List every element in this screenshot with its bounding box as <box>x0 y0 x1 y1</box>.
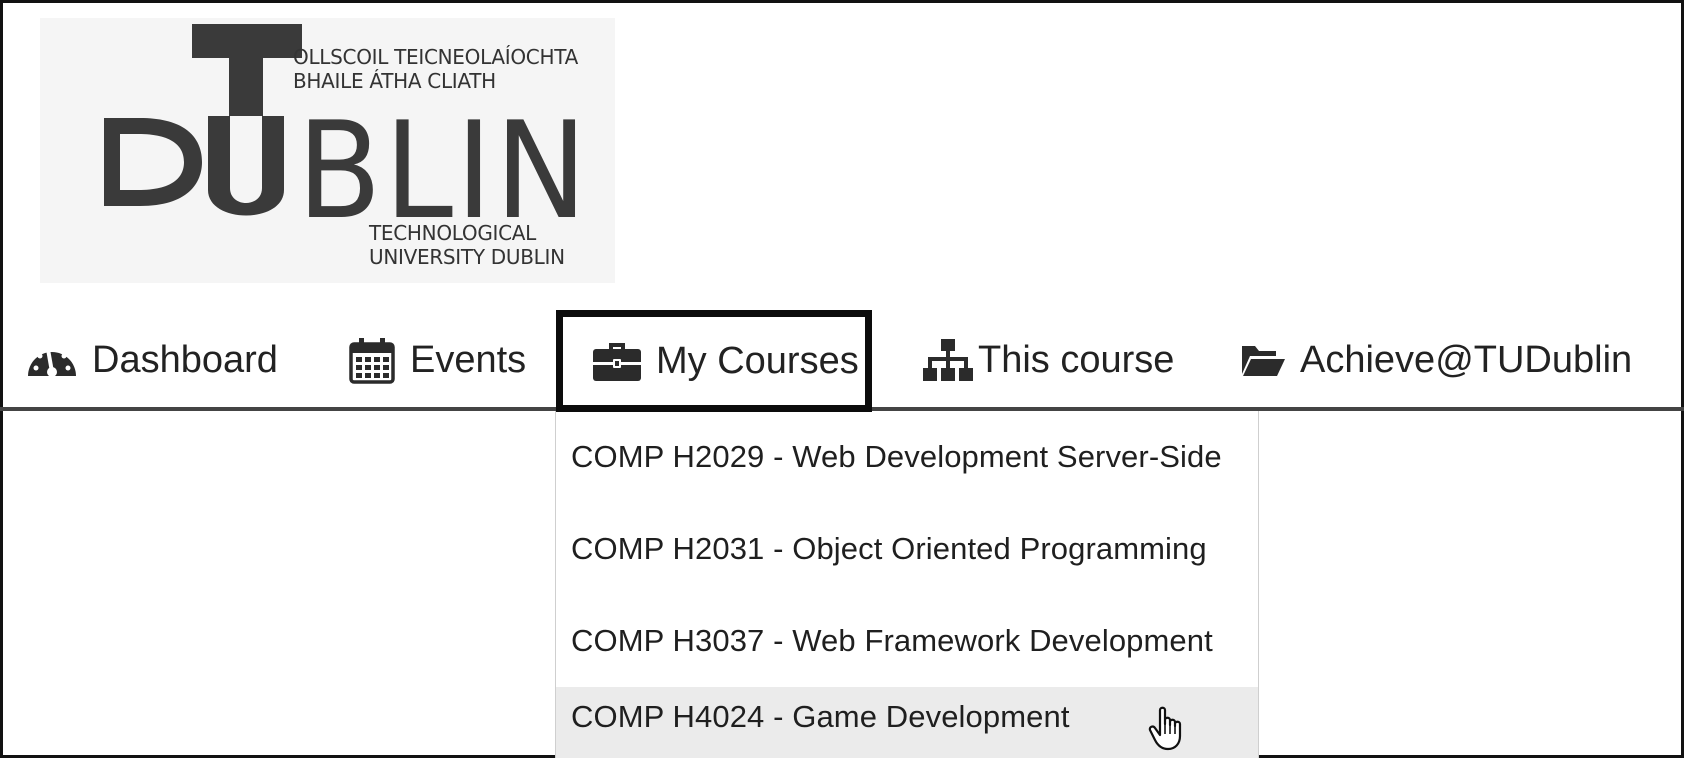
logo-line-2: BHAILE ÁTHA CLIATH <box>293 69 496 93</box>
nav-my-courses[interactable]: My Courses <box>556 310 872 412</box>
nav-label-achieve: Achieve@TUDublin <box>1300 338 1633 381</box>
nav-events[interactable]: Events <box>348 310 526 410</box>
nav-label-dashboard: Dashboard <box>92 338 278 381</box>
logo-wordmark: BLIN <box>297 93 590 249</box>
nav-label-this-course: This course <box>978 338 1175 381</box>
logo-english-name: TECHNOLOGICAL UNIVERSITY DUBLIN <box>369 221 565 269</box>
nav-this-course[interactable]: This course <box>922 310 1174 410</box>
hand-pointer-cursor-icon <box>1148 706 1188 757</box>
nav-label-my-courses: My Courses <box>656 339 859 382</box>
briefcase-icon <box>592 340 642 382</box>
sitemap-icon <box>922 337 974 383</box>
nav-achieve[interactable]: Achieve@TUDublin <box>1240 310 1632 410</box>
nav-my-courses-inner[interactable]: My Courses <box>592 310 859 412</box>
logo-line-1: OLLSCOIL TEICNEOLAÍOCHTA <box>293 45 578 69</box>
course-menu-item[interactable]: COMP H2029 - Web Development Server-Side <box>556 411 1258 503</box>
logo-line-3: TECHNOLOGICAL <box>369 221 537 245</box>
nav-dashboard[interactable]: Dashboard <box>26 310 278 410</box>
folder-open-icon <box>1240 342 1286 378</box>
course-menu-item[interactable]: COMP H3037 - Web Framework Development <box>556 595 1258 687</box>
nav-label-events: Events <box>410 338 527 381</box>
logo-line-4: UNIVERSITY DUBLIN <box>369 245 565 269</box>
tu-dublin-logo[interactable]: OLLSCOIL TEICNEOLAÍOCHTA BHAILE ÁTHA CLI… <box>40 18 615 283</box>
logo-irish-name: OLLSCOIL TEICNEOLAÍOCHTA BHAILE ÁTHA CLI… <box>293 45 578 93</box>
course-menu-item[interactable]: COMP H2031 - Object Oriented Programming <box>556 503 1258 595</box>
dashboard-gauge-icon <box>26 338 78 382</box>
calendar-icon <box>348 336 396 384</box>
